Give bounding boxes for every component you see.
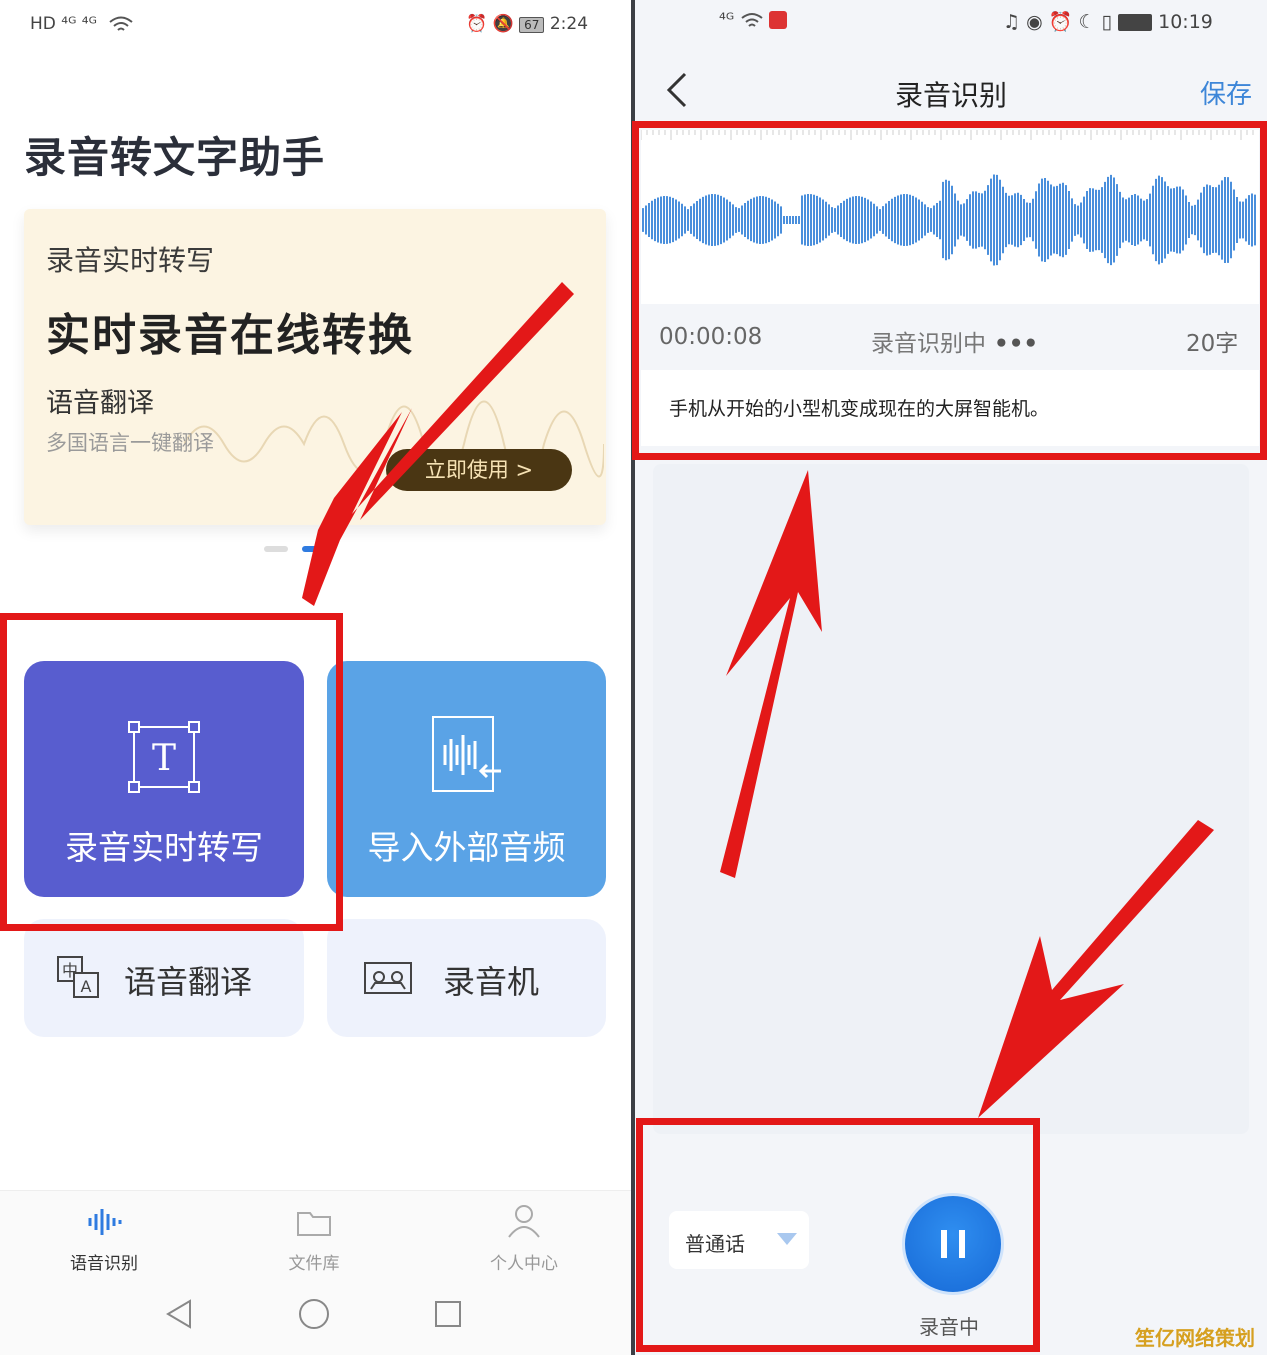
headset-icon: ♫ [1003,11,1021,33]
home-nav-icon[interactable] [298,1298,330,1330]
save-button[interactable]: 保存 [1200,74,1252,111]
battery-icon [1118,14,1153,31]
eye-icon: ◉ [1026,11,1043,33]
import-audio-icon [432,716,501,792]
bottom-tab-bar: 语音识别 文件库 个人中心 [0,1190,632,1277]
translate-card[interactable]: 中 A 语音翻译 [24,919,304,1037]
tab-label: 文件库 [288,1254,340,1274]
carousel-dot[interactable] [264,546,288,552]
translate-icon: 中 A [57,956,99,998]
banner-subtitle: 录音实时转写 [46,244,215,277]
mute-bell-icon: 🔕 [492,14,514,34]
status-bar-right: ⏰ 🔕 67 2:24 [466,14,588,34]
card-label: 导入外部音频 [367,828,566,867]
transcript-area[interactable] [653,464,1249,1134]
highlight-box-transcript [632,121,1267,460]
signal-icon: ⁴ᴳ [719,10,735,30]
tab-label: 语音识别 [70,1254,138,1274]
recents-nav-icon[interactable] [434,1300,462,1328]
status-time: 10:19 [1158,11,1213,33]
highlight-box-controls [636,1118,1040,1352]
signal-icons: HD ⁴ᴳ ⁴ᴳ [30,14,97,34]
tab-speech-recognition[interactable]: 语音识别 [24,1191,184,1277]
battery-icon: 67 [519,17,545,33]
recorder-card[interactable]: 录音机 [327,919,606,1037]
promo-banner[interactable]: 录音实时转写 实时录音在线转换 语音翻译 多国语言一键翻译 立即使用 > [24,209,606,525]
status-bar-right: ♫ ◉ ⏰ ☾ ▯ 10:19 [1003,10,1213,33]
waveform-icon [88,1209,122,1235]
use-now-button[interactable]: 立即使用 > [386,449,572,491]
status-time: 2:24 [549,14,589,34]
svg-text:A: A [81,977,92,996]
tab-label: 个人中心 [490,1254,558,1274]
tab-personal-center[interactable]: 个人中心 [444,1191,604,1277]
banner-waveform-decoration [184,400,604,488]
banner-feature-desc: 多国语言一键翻译 [46,431,214,455]
carousel-dot-active[interactable] [302,546,326,552]
watermark-text: 笙亿网络策划 [1135,1326,1255,1350]
highlight-box-card [0,613,343,931]
page-title: 录音识别 [894,79,1007,112]
mic-icon [768,11,787,29]
app-title: 录音转文字助手 [24,133,326,182]
recorder-label: 录音机 [443,963,540,1001]
cassette-icon [364,962,412,994]
folder-icon [297,1212,331,1236]
vibrate-icon: ▯ [1101,11,1113,33]
import-audio-card[interactable]: 导入外部音频 [327,661,606,897]
alarm-icon: ⏰ [1048,11,1073,33]
moon-icon: ☾ [1078,11,1096,33]
wifi-icon [740,13,763,27]
translate-label: 语音翻译 [124,963,253,1001]
back-nav-icon[interactable] [164,1298,194,1330]
alarm-icon: ⏰ [466,14,488,34]
banner-feature-title: 语音翻译 [46,388,154,419]
status-bar-left: HD ⁴ᴳ ⁴ᴳ [30,14,134,34]
person-icon [508,1205,540,1238]
banner-title: 实时录音在线转换 [46,310,414,361]
tab-file-library[interactable]: 文件库 [234,1191,394,1277]
system-nav-bar [0,1276,632,1355]
wifi-icon [109,16,133,31]
status-bar-left: ⁴ᴳ [719,10,787,30]
